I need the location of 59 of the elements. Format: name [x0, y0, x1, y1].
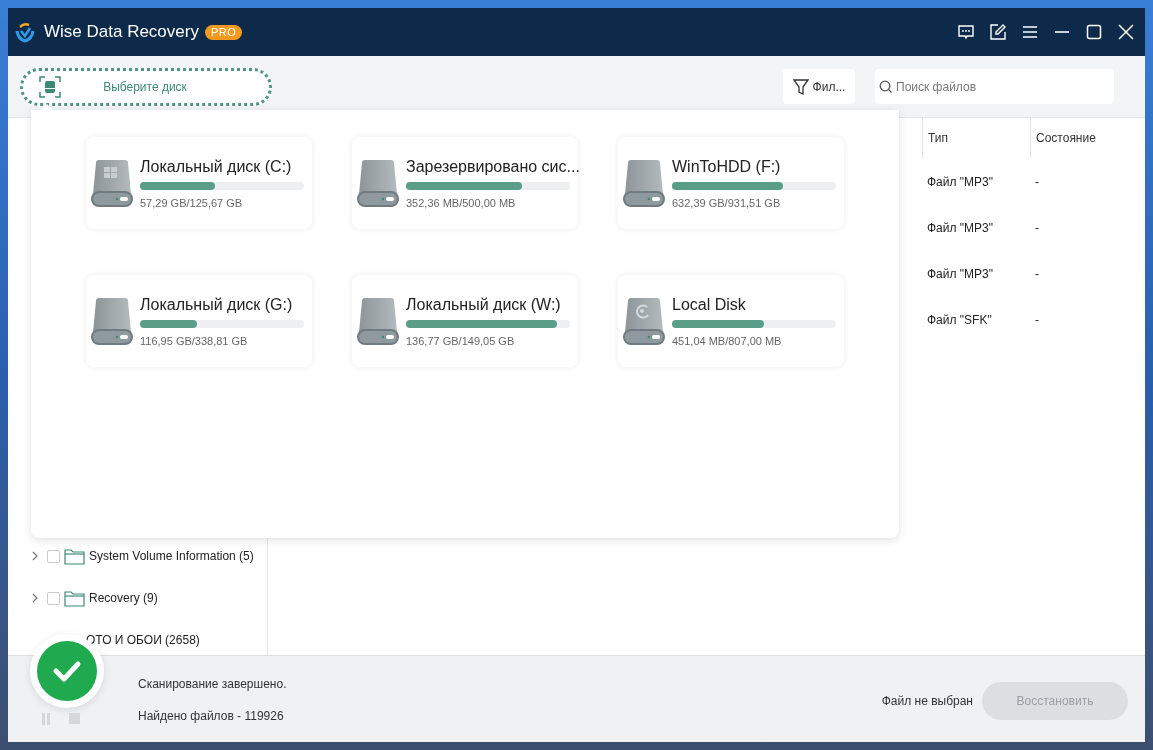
windows-drive-icon	[91, 159, 133, 207]
drive-name: Зарезервировано сис...	[406, 156, 580, 177]
maximize-icon[interactable]	[1085, 23, 1103, 41]
table-cell: Файл "SFK"	[927, 313, 992, 327]
menu-icon[interactable]	[1021, 23, 1039, 41]
recovery-drive-icon	[623, 297, 665, 345]
drive-card[interactable]: Локальный диск (W:) 136,77 GB/149,05 GB	[352, 275, 578, 367]
folder-icon	[64, 547, 85, 565]
expand-chevron-icon[interactable]	[30, 593, 40, 603]
folder-label[interactable]: Recovery (9)	[89, 589, 158, 607]
pro-badge: PRO	[204, 24, 243, 40]
table-cell: Файл "MP3"	[927, 221, 994, 235]
drive-size: 116,95 GB/338,81 GB	[140, 333, 249, 349]
table-cell: -	[1035, 267, 1039, 281]
table-cell: Файл "MP3"	[927, 267, 994, 281]
column-header[interactable]: Тип	[922, 118, 1030, 158]
checkbox[interactable]	[47, 591, 60, 605]
status-message: Сканирование завершено.	[138, 676, 287, 693]
drive-name: Локальный диск (G:)	[140, 294, 294, 315]
folder-icon	[64, 589, 85, 607]
folder-label[interactable]: System Volume Information (5)	[89, 547, 254, 565]
edit-icon[interactable]	[989, 23, 1007, 41]
selection-status: Файл не выбран	[881, 693, 973, 710]
feedback-icon[interactable]	[957, 23, 975, 41]
search-field[interactable]: Поиск файлов	[875, 69, 1114, 104]
drive-card[interactable]: Зарезервировано сис... 352,36 MB/500,00 MB	[352, 137, 578, 229]
drive-icon	[91, 297, 133, 345]
drive-card[interactable]: Локальный диск (G:) 116,95 GB/338,81 GB	[86, 275, 312, 367]
table-cell: -	[1035, 313, 1039, 327]
drive-size: 632,39 GB/931,51 GB	[672, 195, 782, 211]
search-icon	[879, 80, 893, 94]
drive-icon	[357, 159, 399, 207]
drive-size: 451,04 MB/807,00 MB	[672, 333, 783, 349]
window-title: Wise Data Recovery	[44, 21, 199, 44]
drive-card[interactable]: Локальный диск (C:) 57,29 GB/125,67 GB	[86, 137, 312, 229]
drive-icon	[39, 75, 61, 98]
drive-icon	[623, 159, 665, 207]
files-found-count: Найдено файлов - 119926	[138, 708, 285, 725]
drive-size: 136,77 GB/149,05 GB	[406, 333, 516, 349]
drive-icon	[357, 297, 399, 345]
table-cell: -	[1035, 221, 1039, 235]
drive-card[interactable]: Local Disk 451,04 MB/807,00 MB	[618, 275, 844, 367]
drive-name: Локальный диск (C:)	[140, 156, 293, 177]
table-cell: Файл "MP3"	[927, 175, 994, 189]
app-logo-icon	[14, 21, 36, 43]
drive-size: 352,36 MB/500,00 MB	[406, 195, 517, 211]
expand-chevron-icon[interactable]	[30, 551, 40, 561]
select-disk-button[interactable]: Выберите диск	[20, 67, 272, 106]
table-cell: -	[1035, 175, 1039, 189]
checkbox[interactable]	[47, 549, 60, 563]
drive-card[interactable]: WinToHDD (F:) 632,39 GB/931,51 GB	[618, 137, 844, 229]
drive-name: Локальный диск (W:)	[406, 294, 562, 315]
column-header[interactable]: Состояние	[1030, 118, 1138, 158]
drive-name: WinToHDD (F:)	[672, 156, 782, 177]
filter-icon	[792, 77, 809, 96]
drive-size: 57,29 GB/125,67 GB	[140, 195, 244, 211]
drive-name: Local Disk	[672, 294, 747, 315]
close-icon[interactable]	[1117, 23, 1135, 41]
filter-button[interactable]: Фил...	[783, 69, 855, 104]
